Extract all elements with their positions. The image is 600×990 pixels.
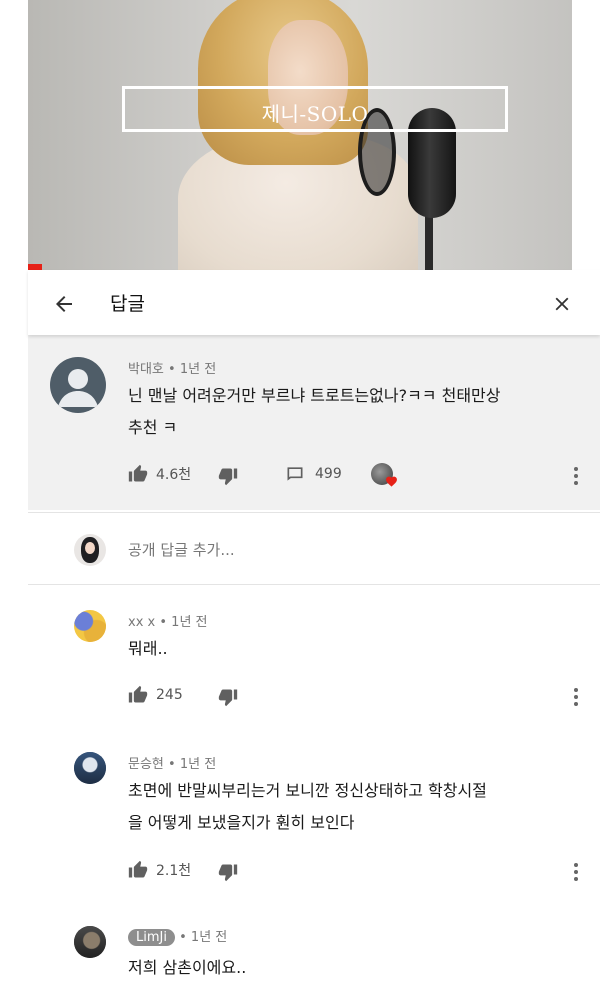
comment-text: 저희 삼촌이에요.. — [128, 952, 588, 984]
more-vertical-icon — [574, 688, 578, 706]
meta-separator: • — [168, 362, 176, 377]
comment-text-line: 닌 맨날 어려운거만 부르냐 트로트는없나?ㅋㅋ 천태만상 — [128, 386, 501, 405]
comment-text: 초면에 반말씨부리는거 보니깐 정신상태하고 학창시절 을 어떻게 보냈을지가 … — [128, 775, 588, 839]
divider — [28, 512, 600, 513]
like-count: 245 — [156, 687, 183, 703]
more-vertical-icon — [574, 467, 578, 485]
video-player[interactable]: 제니-SOLO — [28, 0, 572, 270]
like-count: 2.1천 — [156, 863, 192, 879]
creator-heart-badge — [371, 463, 397, 489]
video-title-overlay: 제니-SOLO — [261, 102, 369, 126]
meta-separator: • — [168, 757, 176, 772]
comment-author[interactable]: xx x — [128, 615, 155, 630]
comment-menu-button[interactable] — [566, 684, 586, 710]
video-title-overlay-box: 제니-SOLO — [122, 86, 508, 132]
avatar-inner-art — [74, 926, 106, 958]
reply-count: 499 — [315, 466, 342, 482]
comment-menu-button[interactable] — [566, 859, 586, 885]
avatar-inner-art — [74, 752, 106, 784]
comment-author[interactable]: 문승현 — [128, 757, 164, 772]
comment-meta: 박대호 • 1년 전 — [128, 358, 216, 377]
dislike-button[interactable] — [218, 862, 238, 882]
avatar[interactable] — [74, 610, 106, 642]
dislike-button[interactable] — [218, 687, 238, 707]
avatar[interactable] — [74, 752, 106, 784]
heart-icon — [386, 476, 397, 487]
thumbs-up-icon — [128, 685, 148, 703]
thumbs-down-icon — [218, 864, 238, 882]
meta-separator: • — [179, 930, 187, 945]
panel-title: 답글 — [110, 293, 145, 315]
close-button[interactable] — [546, 288, 578, 320]
my-avatar — [74, 534, 106, 566]
comment-time: 1년 전 — [179, 362, 217, 377]
my-avatar-face — [85, 542, 95, 554]
more-vertical-icon — [574, 863, 578, 881]
comment-meta: LimJi • 1년 전 — [128, 926, 227, 946]
comment-meta: xx x • 1년 전 — [128, 611, 208, 630]
close-icon — [555, 297, 569, 311]
like-count: 4.6천 — [156, 467, 192, 483]
comment-author[interactable]: LimJi — [128, 929, 175, 946]
comment-text: 닌 맨날 어려운거만 부르냐 트로트는없나?ㅋㅋ 천태만상 추천 ㅋ — [128, 380, 588, 444]
avatar[interactable] — [74, 926, 106, 958]
reply-comment: xx x • 1년 전 뭐래.. 245 — [28, 596, 600, 726]
replies-panel-header: 답글 — [28, 270, 600, 335]
thumbs-up-icon — [128, 860, 148, 878]
reply-comment: 문승현 • 1년 전 초면에 반말씨부리는거 보니깐 정신상태하고 학창시절 을… — [28, 738, 600, 908]
thumbs-down-icon — [218, 468, 238, 486]
avatar[interactable] — [50, 357, 106, 413]
dislike-button[interactable] — [218, 466, 238, 486]
comment-meta: 문승현 • 1년 전 — [128, 753, 216, 772]
comment-icon — [287, 467, 303, 481]
comment-text: 뭐래.. — [128, 633, 588, 665]
comment-author[interactable]: 박대호 — [128, 362, 164, 377]
like-button[interactable]: 245 — [128, 685, 183, 705]
comment-text-line: 뭐래.. — [128, 639, 168, 658]
add-reply-row[interactable]: 공개 답글 추가... — [28, 520, 600, 582]
arrow-left-icon — [56, 296, 72, 312]
like-button[interactable]: 2.1천 — [128, 860, 191, 880]
default-user-icon — [58, 369, 98, 407]
add-reply-input[interactable]: 공개 답글 추가... — [128, 539, 235, 560]
comment-text-line: 추천 ㅋ — [128, 418, 178, 437]
comment-text-line: 초면에 반말씨부리는거 보니깐 정신상태하고 학창시절 — [128, 781, 487, 800]
thumbs-up-icon — [128, 464, 148, 482]
thumbs-down-icon — [218, 689, 238, 707]
comment-time: 1년 전 — [171, 615, 208, 630]
comment-time: 1년 전 — [190, 930, 228, 945]
back-button[interactable] — [48, 288, 80, 320]
parent-comment: 박대호 • 1년 전 닌 맨날 어려운거만 부르냐 트로트는없나?ㅋㅋ 천태만상… — [28, 335, 600, 510]
reply-count-button[interactable]: 499 — [285, 464, 342, 484]
comment-text-line: 을 어떻게 보냈을지가 훤히 보인다 — [128, 813, 355, 832]
comment-time: 1년 전 — [179, 757, 217, 772]
like-button[interactable]: 4.6천 — [128, 464, 191, 484]
divider — [28, 584, 600, 585]
avatar-inner-art — [74, 610, 106, 642]
meta-separator: • — [159, 615, 168, 630]
reply-comment: LimJi • 1년 전 저희 삼촌이에요.. — [28, 912, 600, 990]
comment-text-line: 저희 삼촌이에요.. — [128, 958, 247, 977]
comment-menu-button[interactable] — [566, 463, 586, 489]
